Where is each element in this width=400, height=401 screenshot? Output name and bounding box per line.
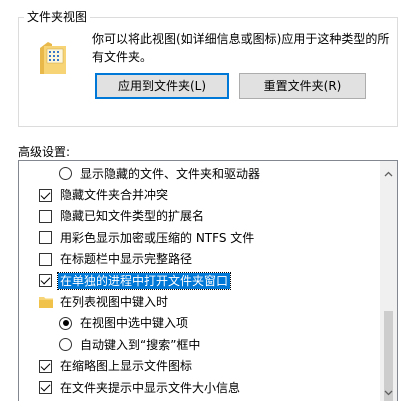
- folder-view-title: 文件夹视图: [24, 9, 91, 25]
- advanced-settings-label: 高级设置:: [18, 145, 71, 159]
- checkbox[interactable]: [39, 209, 52, 223]
- option-label: 用彩色显示加密或压缩的 NTFS 文件: [60, 230, 255, 245]
- tree-group[interactable]: 在列表视图中键入时: [19, 291, 379, 312]
- option-label: 在单独的进程中打开文件夹窗口: [56, 271, 232, 290]
- checkbox-option[interactable]: 隐藏文件夹合并冲突: [19, 184, 379, 205]
- checkbox-option[interactable]: 在缩略图上显示文件图标: [19, 356, 379, 377]
- chevron-up-icon[interactable]: [380, 165, 397, 182]
- radio-button[interactable]: [59, 167, 72, 181]
- radio-option[interactable]: 在视图中选中键入项: [19, 313, 379, 334]
- checkbox[interactable]: [39, 274, 52, 288]
- option-label: 在缩略图上显示文件图标: [60, 359, 193, 374]
- folder-view-description: 你可以将此视图(如详细信息或图标)应用于这种类型的所有文件夹。: [92, 32, 390, 64]
- checkbox[interactable]: [39, 252, 52, 266]
- advanced-settings-tree[interactable]: 显示隐藏的文件、文件夹和驱动器隐藏文件夹合并冲突隐藏已知文件类型的扩展名用彩色显…: [18, 160, 398, 401]
- reset-folders-button[interactable]: 重置文件夹(R): [239, 73, 366, 99]
- checkbox-option[interactable]: 隐藏已知文件类型的扩展名: [19, 206, 379, 227]
- checkbox-option[interactable]: 在文件夹提示中显示文件大小信息: [19, 377, 379, 398]
- option-label: 在文件夹提示中显示文件大小信息: [60, 380, 241, 395]
- radio-button[interactable]: [59, 316, 72, 330]
- option-label: 在视图中选中键入项: [80, 316, 189, 331]
- checkbox-option[interactable]: 用彩色显示加密或压缩的 NTFS 文件: [19, 227, 379, 248]
- radio-option[interactable]: 显示隐藏的文件、文件夹和驱动器: [19, 163, 379, 184]
- checkbox[interactable]: [39, 359, 52, 373]
- option-label: 自动键入到“搜索”框中: [80, 337, 201, 352]
- apply-to-folders-button[interactable]: 应用到文件夹(L): [95, 73, 229, 99]
- option-label: 在列表视图中键入时: [60, 295, 169, 310]
- option-label: 在标题栏中显示完整路径: [60, 252, 193, 267]
- option-label: 显示隐藏的文件、文件夹和驱动器: [80, 166, 261, 181]
- radio-button[interactable]: [59, 338, 72, 352]
- folder-icon: [39, 297, 53, 309]
- checkbox[interactable]: [39, 188, 52, 202]
- checkbox-option[interactable]: 在标题栏中显示完整路径: [19, 249, 379, 270]
- radio-option[interactable]: 自动键入到“搜索”框中: [19, 334, 379, 355]
- vertical-scrollbar[interactable]: [380, 161, 397, 401]
- option-label: 隐藏已知文件类型的扩展名: [60, 209, 205, 224]
- advanced-settings-list: 显示隐藏的文件、文件夹和驱动器隐藏文件夹合并冲突隐藏已知文件类型的扩展名用彩色显…: [19, 163, 379, 401]
- checkbox[interactable]: [39, 231, 52, 245]
- option-label: 隐藏文件夹合并冲突: [60, 188, 169, 203]
- checkbox[interactable]: [39, 381, 52, 395]
- checkbox-option[interactable]: 在单独的进程中打开文件夹窗口: [19, 270, 379, 291]
- folder-with-grid-icon: [40, 42, 66, 74]
- chevron-down-icon[interactable]: [380, 384, 397, 401]
